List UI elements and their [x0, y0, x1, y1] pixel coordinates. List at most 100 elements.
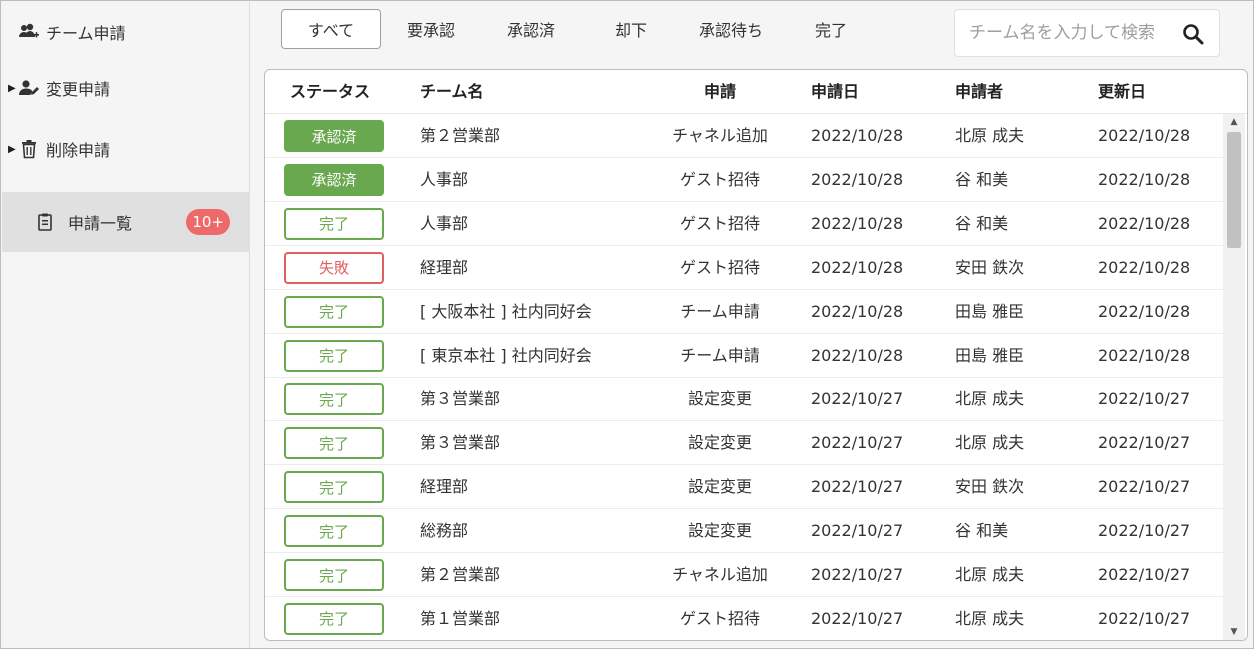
cell-applicant: 北原 成夫: [955, 126, 1025, 145]
sidebar-item-team-request[interactable]: チーム申請: [2, 2, 250, 62]
tab-all[interactable]: すべて: [281, 9, 381, 49]
cell-updated-date: 2022/10/28: [1098, 213, 1191, 233]
cell-request: ゲスト招待: [679, 169, 760, 189]
tab-needs-approval[interactable]: 要承認: [381, 9, 481, 49]
header-request[interactable]: 申請: [665, 70, 775, 114]
cell-request: 設定変更: [687, 521, 752, 541]
status-badge: 完了: [284, 295, 384, 328]
cell-applicant: 北原 成夫: [955, 389, 1025, 409]
filter-tabs: すべて 要承認 承認済 却下 承認待ち 完了: [281, 9, 881, 49]
caret-right-icon[interactable]: ▶: [8, 83, 18, 94]
header-status[interactable]: ステータス: [290, 70, 370, 114]
cell-request-date: 2022/10/27: [811, 521, 904, 541]
scroll-up-icon[interactable]: ▲: [1223, 114, 1245, 130]
cell-request-date: 2022/10/28: [811, 345, 904, 365]
user-edit-icon: [18, 78, 40, 98]
table-row[interactable]: 完了 [ 東京本社 ] 社内同好会 チーム申請 2022/10/28 田島 雅臣 2022…: [265, 334, 1223, 378]
scroll-down-icon[interactable]: ▼: [1223, 624, 1245, 640]
cell-applicant: 北原 成夫: [955, 433, 1025, 453]
cell-request-date: 2022/10/27: [811, 565, 904, 584]
table-row[interactable]: 完了 第３営業部 設定変更 2022/10/27 北原 成夫 2022/10/27: [265, 421, 1223, 466]
caret-right-icon[interactable]: ▶: [8, 144, 18, 155]
header-request-date[interactable]: 申請日: [811, 70, 859, 114]
cell-request: ゲスト招待: [679, 257, 760, 277]
table-row[interactable]: 完了 総務部 設定変更 2022/10/27 谷 和美 2022/10/27: [265, 509, 1223, 554]
sidebar-item-label: チーム申請: [46, 24, 126, 43]
search-icon[interactable]: [1181, 22, 1205, 46]
cell-request-date: 2022/10/28: [811, 213, 904, 233]
vertical-scrollbar[interactable]: ▲ ▼: [1223, 114, 1245, 640]
cell-team-name: 経理部: [420, 477, 469, 497]
table-row[interactable]: 完了 人事部 ゲスト招待 2022/10/28 谷 和美 2022/10/28: [265, 202, 1223, 246]
trash-icon: [18, 139, 40, 159]
search-box: [954, 9, 1220, 57]
table-row[interactable]: 完了 第１営業部 ゲスト招待 2022/10/27 北原 成夫 2022/10/27: [265, 597, 1223, 640]
table-row[interactable]: 完了 第２営業部 チャネル追加 2022/10/27 北原 成夫 2022/10/27: [265, 553, 1223, 597]
cell-request: 設定変更: [687, 389, 752, 409]
header-applicant[interactable]: 申請者: [955, 70, 1003, 114]
status-badge: 完了: [284, 207, 384, 240]
cell-request: チャネル追加: [672, 565, 768, 584]
cell-request-date: 2022/10/28: [811, 257, 904, 277]
request-table: ステータス チーム名 申請 申請日 申請者 更新日 承認済 第２営業部 チャネル追加…: [264, 69, 1248, 641]
sidebar-item-delete-request[interactable]: ▶ 削除申請: [2, 119, 250, 179]
cell-updated-date: 2022/10/27: [1098, 433, 1191, 453]
cell-request: ゲスト招待: [679, 608, 760, 628]
cell-request-date: 2022/10/27: [811, 433, 904, 453]
cell-request: チーム申請: [680, 345, 760, 365]
cell-request: チャネル追加: [672, 126, 768, 145]
cell-request: チーム申請: [680, 301, 760, 321]
header-updated-date[interactable]: 更新日: [1098, 70, 1146, 114]
cell-applicant: 谷 和美: [955, 169, 1009, 189]
cell-team-name: 経理部: [420, 257, 469, 277]
status-badge: 完了: [284, 602, 384, 635]
cell-updated-date: 2022/10/27: [1098, 477, 1191, 497]
cell-request-date: 2022/10/27: [811, 389, 904, 409]
status-badge: 完了: [284, 515, 384, 548]
cell-applicant: 谷 和美: [955, 521, 1009, 541]
table-row[interactable]: 完了 [ 大阪本社 ] 社内同好会 チーム申請 2022/10/28 田島 雅臣 2022…: [265, 290, 1223, 334]
sidebar-item-request-list[interactable]: 申請一覧 10+: [2, 192, 250, 252]
status-badge: 失敗: [284, 251, 384, 284]
cell-team-name: 人事部: [420, 213, 469, 233]
cell-updated-date: 2022/10/28: [1098, 257, 1191, 277]
sidebar-item-change-request[interactable]: ▶ 変更申請: [2, 58, 250, 118]
tab-complete[interactable]: 完了: [781, 9, 881, 49]
header-team-name[interactable]: チーム名: [420, 70, 484, 114]
table-row[interactable]: 完了 第３営業部 設定変更 2022/10/27 北原 成夫 2022/10/27: [265, 377, 1223, 422]
status-badge: 完了: [284, 383, 384, 416]
cell-request-date: 2022/10/28: [811, 169, 904, 189]
tab-approved[interactable]: 承認済: [481, 9, 581, 49]
cell-team-name: 第２営業部: [420, 126, 501, 145]
cell-applicant: 谷 和美: [955, 213, 1009, 233]
count-badge: 10+: [186, 209, 230, 235]
clipboard-icon: [34, 212, 56, 232]
cell-updated-date: 2022/10/28: [1098, 345, 1191, 365]
table-row[interactable]: 承認済 人事部 ゲスト招待 2022/10/28 谷 和美 2022/10/28: [265, 158, 1223, 202]
sidebar-item-label: 申請一覧: [68, 214, 133, 233]
tab-rejected[interactable]: 却下: [581, 9, 681, 49]
cell-applicant: 田島 雅臣: [955, 301, 1025, 321]
cell-applicant: 北原 成夫: [955, 608, 1025, 628]
status-badge: 完了: [284, 339, 384, 372]
cell-team-name: 第１営業部: [420, 608, 501, 628]
search-input[interactable]: [969, 23, 1174, 43]
cell-updated-date: 2022/10/27: [1098, 608, 1191, 628]
app-window: チーム申請 ▶ 変更申請 ▶ 削除申請 申請一覧 10+ すべて 要承認 承認済…: [0, 0, 1254, 649]
cell-updated-date: 2022/10/27: [1098, 565, 1191, 584]
status-badge: 完了: [284, 427, 384, 460]
cell-updated-date: 2022/10/28: [1098, 301, 1191, 321]
table-row[interactable]: 承認済 第２営業部 チャネル追加 2022/10/28 北原 成夫 2022/10/28: [265, 114, 1223, 158]
tab-pending[interactable]: 承認待ち: [681, 9, 781, 49]
cell-request: ゲスト招待: [679, 213, 760, 233]
cell-updated-date: 2022/10/28: [1098, 169, 1191, 189]
cell-team-name: 第３営業部: [420, 389, 501, 409]
cell-applicant: 安田 鉄次: [955, 257, 1025, 277]
table-row[interactable]: 失敗 経理部 ゲスト招待 2022/10/28 安田 鉄次 2022/10/28: [265, 246, 1223, 290]
cell-request-date: 2022/10/28: [811, 301, 904, 321]
scroll-thumb[interactable]: [1227, 132, 1241, 248]
table-row[interactable]: 完了 経理部 設定変更 2022/10/27 安田 鉄次 2022/10/27: [265, 465, 1223, 510]
cell-request: 設定変更: [687, 433, 752, 453]
users-plus-icon: [18, 22, 40, 42]
table-header: ステータス チーム名 申請 申請日 申請者 更新日: [265, 70, 1247, 114]
